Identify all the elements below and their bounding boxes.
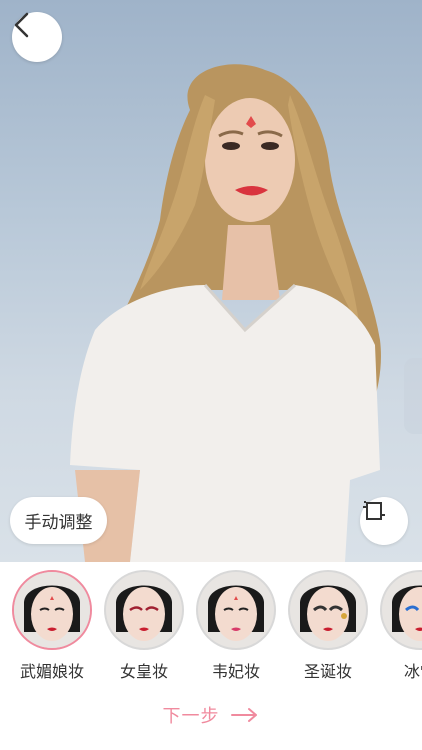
makeup-style-item[interactable]: 冰雪: [380, 570, 422, 682]
makeup-thumbnail[interactable]: [12, 570, 92, 650]
face-thumbnail-icon: [198, 572, 274, 648]
makeup-style-item[interactable]: 圣诞妆: [288, 570, 368, 682]
photo-preview: 手动调整: [0, 0, 422, 562]
side-panel-handle[interactable]: [404, 358, 422, 434]
makeup-thumbnail[interactable]: [196, 570, 276, 650]
makeup-style-label: 女皇妆: [119, 662, 168, 681]
face-thumbnail-icon: [290, 572, 366, 648]
next-step-button[interactable]: 下一步: [0, 695, 422, 735]
face-thumbnail-icon: [382, 572, 422, 648]
makeup-style-label: 韦妃妆: [211, 662, 260, 681]
makeup-style-strip[interactable]: 武媚娘妆 女皇妆 韦妃妆 圣诞妆 冰: [0, 562, 422, 690]
portrait-image: [70, 64, 381, 562]
arrow-right-icon: [230, 708, 257, 722]
makeup-style-label: 冰雪: [403, 662, 422, 681]
makeup-style-label: 武媚娘妆: [19, 662, 84, 681]
makeup-thumbnail[interactable]: [288, 570, 368, 650]
makeup-style-item[interactable]: 武媚娘妆: [12, 570, 92, 682]
manual-adjust-button[interactable]: 手动调整: [10, 497, 107, 544]
back-button[interactable]: [12, 12, 62, 62]
face-thumbnail-icon: [106, 572, 182, 648]
next-step-label: 下一步: [162, 706, 220, 727]
makeup-thumbnail[interactable]: [380, 570, 422, 650]
crop-compare-icon: [363, 499, 385, 520]
makeup-style-item[interactable]: 韦妃妆: [196, 570, 276, 682]
makeup-style-label: 圣诞妆: [303, 662, 352, 681]
chevron-left-icon: [14, 12, 29, 38]
compare-button[interactable]: [360, 497, 408, 545]
makeup-style-item[interactable]: 女皇妆: [104, 570, 184, 682]
makeup-thumbnail[interactable]: [104, 570, 184, 650]
face-thumbnail-icon: [14, 572, 90, 648]
